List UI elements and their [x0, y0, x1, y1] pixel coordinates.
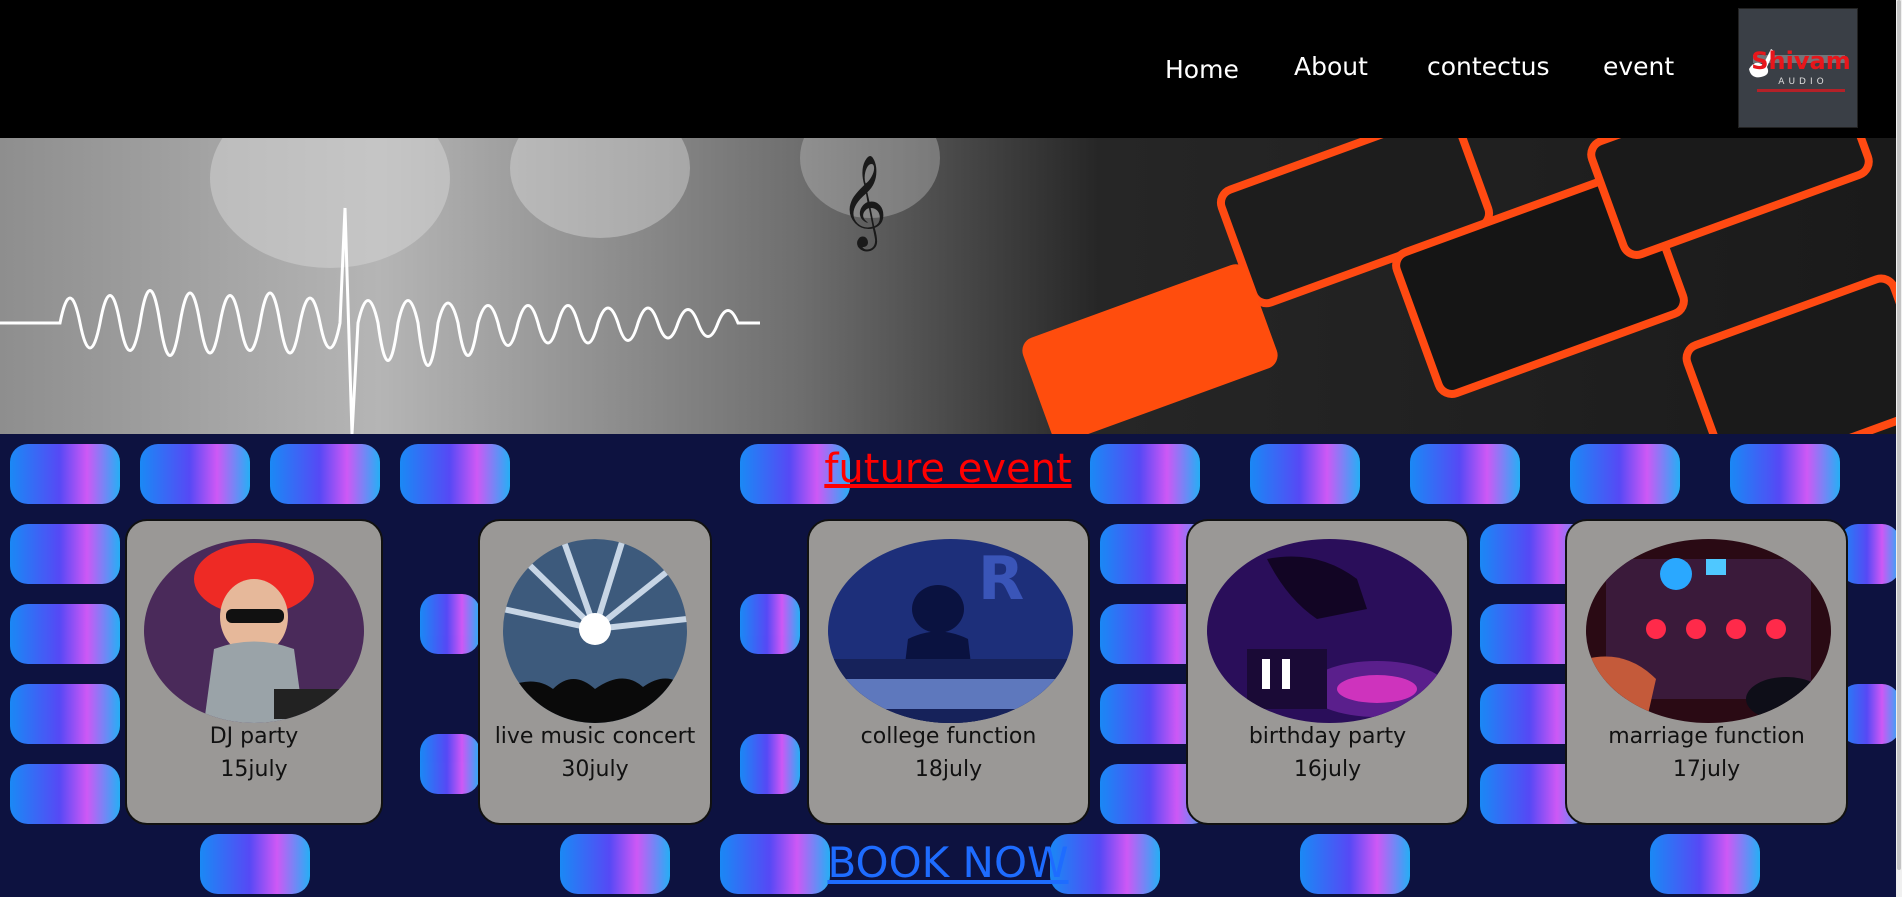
event-date: 17july — [1672, 757, 1741, 782]
event-name: live music concert — [494, 724, 696, 749]
event-card[interactable]: DJ party 15july — [125, 519, 383, 825]
event-photo — [1586, 539, 1831, 723]
event-date: 18july — [914, 757, 983, 782]
svg-text:AUDIO: AUDIO — [1778, 77, 1827, 87]
event-name: DJ party — [209, 724, 299, 749]
nav-event-link[interactable]: event — [1603, 52, 1674, 81]
event-name: birthday party — [1248, 724, 1407, 749]
event-date: 15july — [220, 757, 288, 782]
book-now-link[interactable]: BOOK NOW — [0, 838, 1896, 887]
nav-contactus-link[interactable]: contectus — [1427, 52, 1550, 81]
scrollbar[interactable] — [1896, 0, 1902, 897]
hero-banner: 𝄞 — [0, 138, 1896, 434]
svg-text:R: R — [978, 544, 1024, 614]
event-card[interactable]: marriage function 17july — [1565, 519, 1848, 825]
nav-home-link[interactable]: Home — [1165, 55, 1239, 84]
event-card[interactable]: live music concert 30july — [478, 519, 712, 825]
event-photo — [144, 539, 364, 723]
event-name: marriage function — [1608, 724, 1805, 749]
nav-about-link[interactable]: About — [1294, 52, 1368, 81]
event-photo — [1207, 539, 1452, 723]
svg-text:𝄞: 𝄞 — [840, 154, 887, 251]
top-navbar: Home About contectus event Shivam AUDIO — [0, 0, 1896, 138]
event-photo — [503, 539, 687, 723]
event-date: 30july — [561, 757, 629, 782]
brand-logo[interactable]: Shivam AUDIO — [1738, 8, 1858, 128]
event-name: college function — [860, 724, 1037, 749]
svg-text:Shivam: Shivam — [1751, 47, 1850, 75]
event-photo: R — [828, 539, 1073, 723]
scrollbar-thumb[interactable] — [1897, 0, 1901, 870]
section-title[interactable]: future event — [0, 446, 1896, 492]
event-card[interactable]: R college function 18july — [807, 519, 1090, 825]
event-date: 16july — [1293, 757, 1362, 782]
event-card[interactable]: birthday party 16july — [1186, 519, 1469, 825]
